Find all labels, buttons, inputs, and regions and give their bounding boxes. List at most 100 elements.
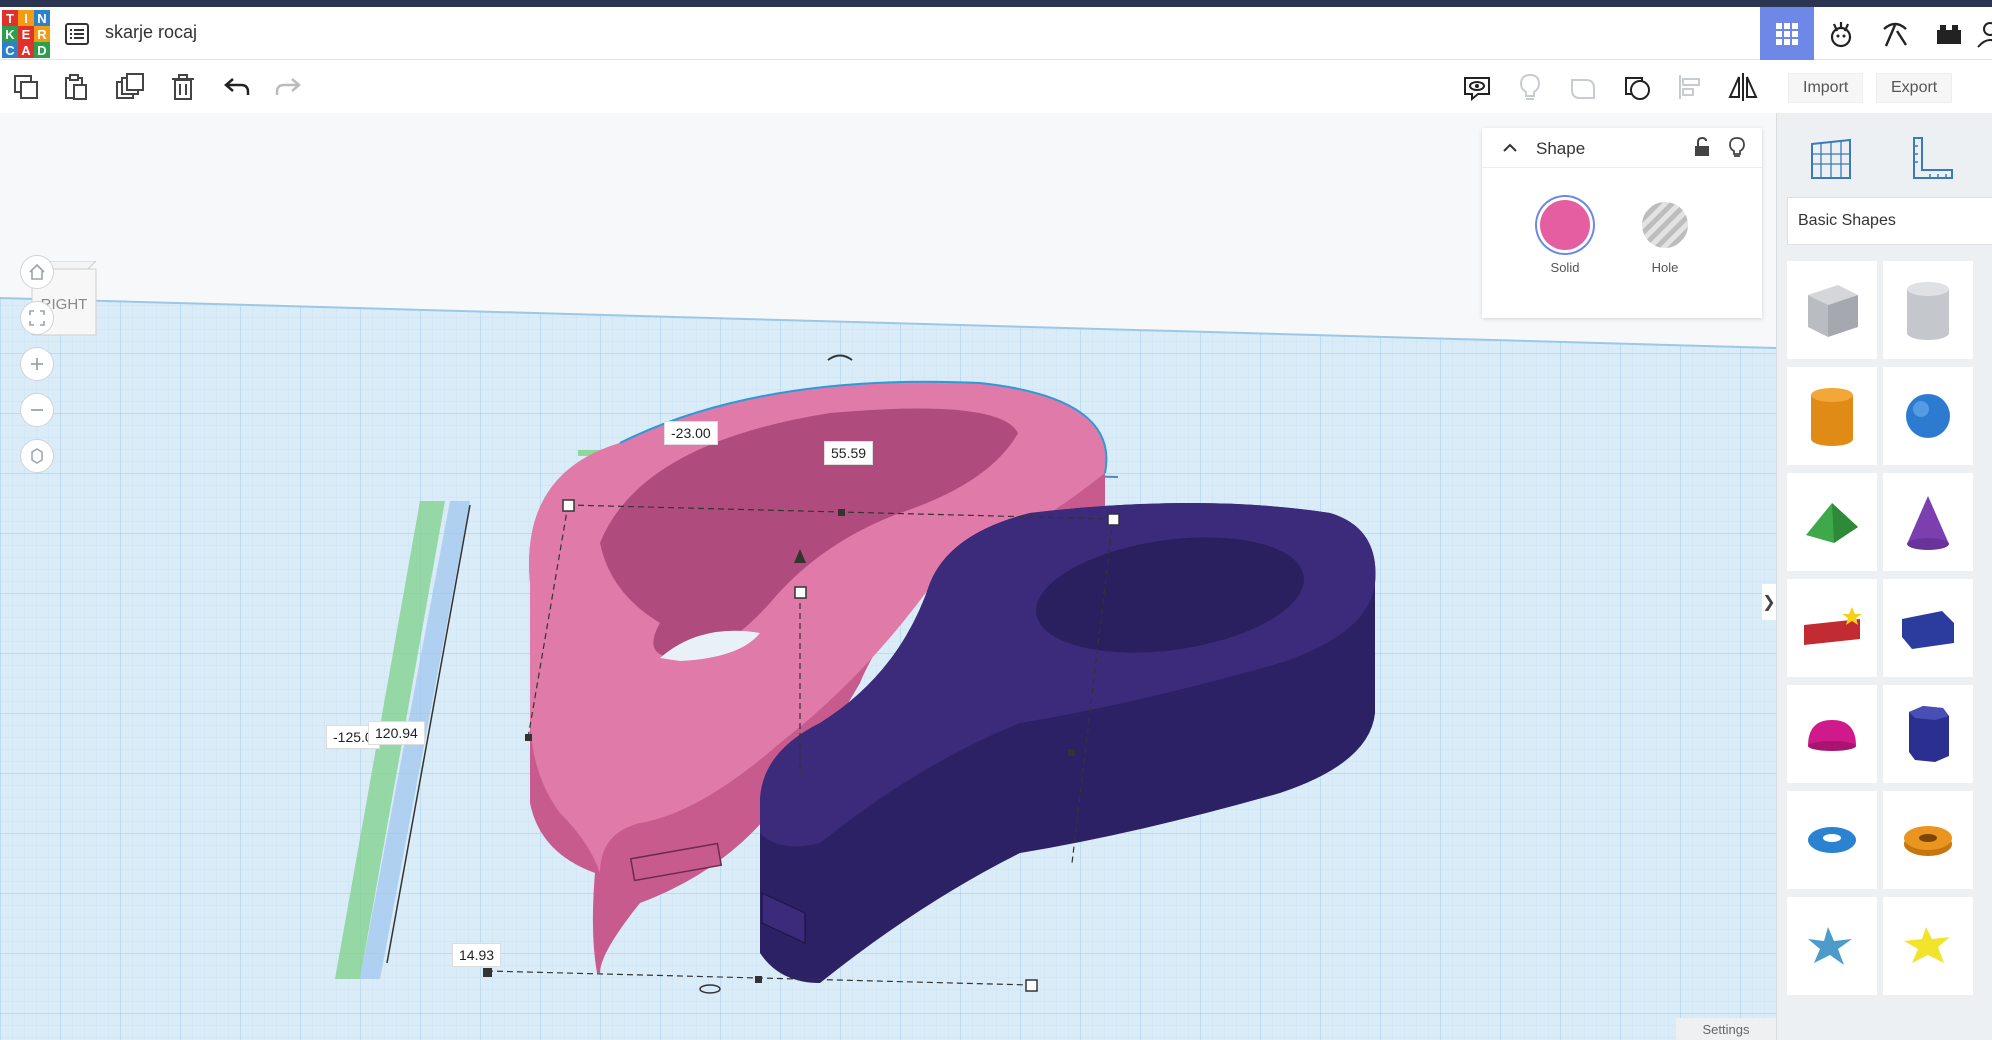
- import-button[interactable]: Import: [1788, 73, 1864, 103]
- view-mode-switcher: [1760, 7, 1992, 60]
- shape-tile-star[interactable]: [1787, 897, 1877, 995]
- yellow-star-icon: [1904, 927, 1950, 963]
- minus-icon: [31, 409, 43, 411]
- logo-letter: N: [34, 10, 50, 26]
- shape-tile-torus[interactable]: [1787, 791, 1877, 889]
- solid-label: Solid: [1550, 260, 1580, 275]
- paste-button[interactable]: [58, 69, 94, 105]
- logo-letter: A: [18, 42, 34, 58]
- ungroup-button[interactable]: [1619, 69, 1655, 105]
- zoom-out-button[interactable]: [20, 393, 54, 427]
- copy-icon: [14, 75, 38, 99]
- top-strip: [0, 0, 1992, 7]
- logo-letter: K: [2, 26, 18, 42]
- hole-swatch[interactable]: [1642, 202, 1688, 248]
- mirror-button[interactable]: [1725, 69, 1761, 105]
- text-shape-icon: [1804, 607, 1862, 645]
- ruler-tool-button[interactable]: [1901, 129, 1961, 189]
- cube-outline-icon: [31, 448, 43, 464]
- shape-tile-box[interactable]: [1787, 261, 1877, 359]
- shape-tile-sphere[interactable]: [1883, 367, 1973, 465]
- shape-tile-polygon[interactable]: [1883, 685, 1973, 783]
- duplicate-icon: [116, 73, 144, 99]
- workplane-tool-button[interactable]: [1801, 129, 1861, 189]
- align-button[interactable]: [1672, 69, 1708, 105]
- notes-visibility-button[interactable]: [1459, 69, 1495, 105]
- view-bricks-button[interactable]: [1922, 7, 1976, 60]
- user-icon: [1977, 21, 1992, 48]
- brick-icon: [1937, 24, 1961, 44]
- eye-speech-icon: [1464, 77, 1490, 102]
- undo-button[interactable]: [219, 69, 255, 105]
- wedge-icon: [1902, 611, 1954, 649]
- settings-button[interactable]: Settings: [1676, 1018, 1776, 1040]
- resize-handle: [562, 499, 575, 512]
- tinkercad-logo[interactable]: T I N K E R C A D: [2, 10, 50, 58]
- zoom-in-button[interactable]: [20, 347, 54, 381]
- resize-handle: [1107, 513, 1120, 526]
- pickaxe-icon: [1883, 22, 1908, 46]
- hexagonal-prism-icon: [1909, 706, 1949, 762]
- solid-color-swatch[interactable]: [1540, 200, 1590, 250]
- home-icon: [29, 263, 45, 280]
- cylinder-hole-icon: [1907, 282, 1949, 340]
- cylinder-icon: [1811, 388, 1853, 446]
- fit-view-button[interactable]: [20, 301, 54, 335]
- lightbulb-icon[interactable]: [1728, 136, 1746, 163]
- shape-tile-wedge-box[interactable]: [1883, 579, 1973, 677]
- height-label[interactable]: 14.93: [452, 943, 502, 967]
- shape-tile-tube[interactable]: [1883, 791, 1973, 889]
- shape-tile-cone[interactable]: [1883, 473, 1973, 571]
- logo-letter: T: [2, 10, 18, 26]
- design-list-icon[interactable]: [64, 21, 90, 47]
- roof-icon: [1806, 503, 1858, 543]
- light-button[interactable]: [1512, 69, 1548, 105]
- view-3d-design-button[interactable]: [1760, 7, 1814, 60]
- shape-tile-cylinder[interactable]: [1787, 367, 1877, 465]
- user-profile-button[interactable]: [1976, 7, 1992, 60]
- offset-x-label[interactable]: -23.00: [664, 421, 718, 445]
- workplane-viewport[interactable]: -23.00 55.59 -125.0 120.94 14.93 Shape S…: [0, 113, 1776, 1040]
- fit-icon: [29, 310, 45, 326]
- shape-panel-header: Shape: [1482, 128, 1762, 168]
- shape-tile-star-yellow[interactable]: [1883, 897, 1973, 995]
- ortho-view-button[interactable]: [20, 439, 54, 473]
- lock-icon[interactable]: [1692, 136, 1712, 163]
- align-icon: [1679, 75, 1700, 99]
- resize-handle: [525, 734, 532, 741]
- delete-button[interactable]: [165, 69, 201, 105]
- project-title[interactable]: skarje rocaj: [105, 22, 197, 43]
- chevron-up-icon[interactable]: [1500, 138, 1520, 163]
- length-label[interactable]: 120.94: [368, 721, 425, 745]
- shape-tile-cylinder-hole[interactable]: [1883, 261, 1973, 359]
- box-hole-icon: [1808, 285, 1858, 337]
- logo-letter: R: [34, 26, 50, 42]
- ruler-icon: [1913, 137, 1953, 179]
- redo-button[interactable]: [270, 69, 306, 105]
- view-sim-lab-button[interactable]: [1814, 7, 1868, 60]
- edit-toolbar: Import Export: [0, 61, 1992, 113]
- paste-icon: [65, 74, 87, 100]
- shape-tile-text[interactable]: [1787, 579, 1877, 677]
- ungroup-icon: [1625, 77, 1650, 100]
- export-button[interactable]: Export: [1876, 73, 1953, 103]
- undo-icon: [224, 78, 250, 95]
- resize-handle: [838, 509, 845, 516]
- star-icon: [1808, 927, 1852, 965]
- copy-button[interactable]: [8, 69, 44, 105]
- sphere-icon: [1906, 394, 1950, 438]
- view-blocks-button[interactable]: [1868, 7, 1922, 60]
- shape-tile-roof[interactable]: [1787, 473, 1877, 571]
- duplicate-button[interactable]: [112, 69, 148, 105]
- resize-handle: [1025, 979, 1038, 992]
- resize-handle: [755, 976, 762, 983]
- group-icon: [1571, 79, 1595, 99]
- shape-category-select[interactable]: Basic Shapes: [1787, 197, 1992, 245]
- group-button[interactable]: [1565, 69, 1601, 105]
- shape-library-panel: Basic Shapes: [1776, 113, 1992, 1040]
- home-view-button[interactable]: [20, 255, 54, 289]
- collapse-panel-button[interactable]: ❯: [1762, 584, 1776, 620]
- shape-tile-half-sphere[interactable]: [1787, 685, 1877, 783]
- width-label[interactable]: 55.59: [824, 441, 874, 465]
- lightbulb-icon: [1519, 73, 1541, 100]
